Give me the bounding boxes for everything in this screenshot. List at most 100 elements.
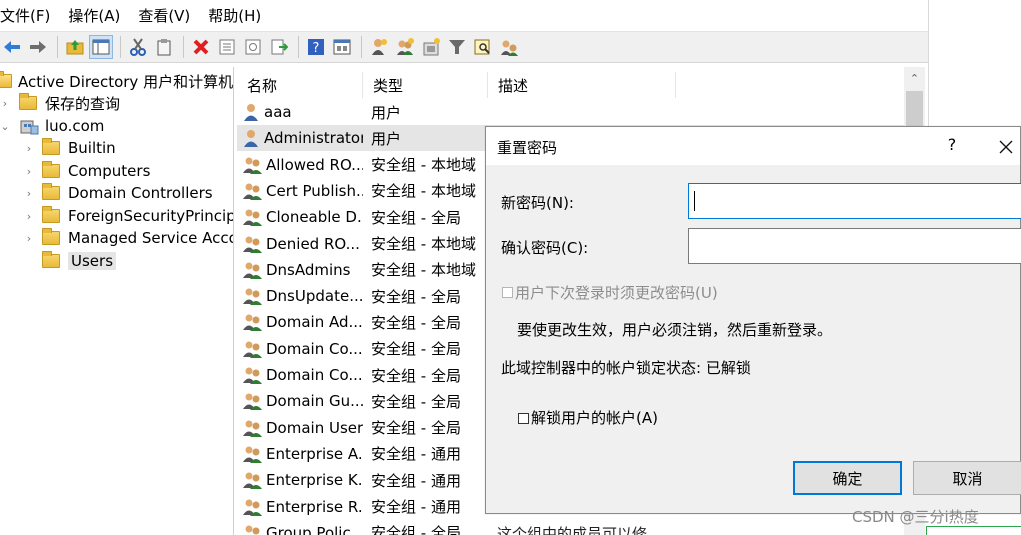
back-icon[interactable] — [0, 35, 24, 59]
tree-item-domain[interactable]: ⌄ luo.com — [0, 115, 104, 137]
cell-name-text: Administrator — [264, 129, 363, 148]
user-icon — [242, 102, 262, 122]
refresh-icon[interactable] — [241, 35, 265, 59]
chevron-right-icon[interactable]: › — [24, 187, 34, 200]
toolbar-separator — [120, 36, 121, 58]
column-header-description[interactable]: 描述 — [488, 72, 676, 98]
must-change-password-label: 用户下次登录时须更改密码(U) — [515, 284, 718, 302]
help-icon[interactable]: ? — [304, 35, 328, 59]
svg-text:?: ? — [313, 41, 320, 56]
cell-name-text: Enterprise A... — [266, 444, 363, 463]
cell-type: 安全组 - 全局 — [371, 392, 461, 411]
new-ou-icon[interactable] — [419, 35, 443, 59]
add-to-group-icon[interactable] — [497, 35, 521, 59]
confirm-password-field[interactable] — [688, 228, 1021, 264]
toolbar-separator — [361, 36, 362, 58]
cell-name-text: Cert Publish... — [266, 181, 363, 200]
group-icon — [242, 391, 264, 411]
tree-item-managed-service-accounts[interactable]: › Managed Service Accou — [24, 227, 233, 249]
group-icon — [242, 155, 264, 175]
view-icon[interactable] — [330, 35, 354, 59]
group-icon — [242, 418, 264, 438]
console-tree: Active Directory 用户和计算机 [ › 保存的查询 ⌄ luo.… — [0, 67, 234, 535]
toolbar-separator — [183, 36, 184, 58]
tree-item-label: Users — [68, 252, 117, 270]
cell-name-text: DnsUpdate... — [266, 287, 363, 306]
group-icon — [242, 207, 264, 227]
chevron-right-icon[interactable]: › — [24, 165, 34, 178]
filter-icon[interactable] — [445, 35, 469, 59]
column-header-type[interactable]: 类型 — [363, 72, 488, 98]
tree-item-label: ForeignSecurityPrincipal — [68, 207, 234, 225]
folder-icon — [42, 161, 60, 178]
chevron-right-icon[interactable]: › — [24, 232, 34, 245]
show-hide-tree-icon[interactable] — [89, 35, 113, 59]
close-icon[interactable] — [992, 133, 1020, 161]
cancel-button[interactable]: 取消 — [913, 461, 1021, 495]
chevron-right-icon[interactable]: › — [0, 97, 10, 110]
group-icon — [242, 286, 264, 306]
scroll-up-icon[interactable]: ⌃ — [904, 69, 925, 89]
cell-name-text: Group Polic... — [266, 523, 363, 535]
cut-icon[interactable] — [126, 35, 150, 59]
properties-icon[interactable] — [215, 35, 239, 59]
cell-type: 安全组 - 全局 — [371, 419, 461, 438]
cell-name-text: Domain Co... — [266, 366, 363, 384]
chevron-right-icon[interactable]: › — [24, 210, 34, 223]
unlock-account-checkbox[interactable] — [518, 413, 529, 424]
help-button[interactable]: ? — [940, 133, 964, 157]
cell-name-text: Domain Users — [266, 418, 363, 437]
cell-type: 安全组 - 本地域 — [371, 156, 476, 175]
chevron-down-icon[interactable]: ⌄ — [0, 120, 10, 133]
copy-icon[interactable] — [152, 35, 176, 59]
scroll-thumb[interactable] — [906, 91, 923, 127]
find-icon[interactable] — [471, 35, 495, 59]
menu-file[interactable]: 文件(F) — [0, 5, 60, 26]
tree-item-computers[interactable]: › Computers — [24, 160, 150, 182]
tree-item-label: Computers — [68, 162, 151, 180]
toolbar-separator — [298, 36, 299, 58]
tree-item-label: luo.com — [45, 117, 105, 135]
new-user-icon[interactable] — [367, 35, 391, 59]
column-header-name[interactable]: 名称 — [237, 72, 363, 98]
tree-root[interactable]: Active Directory 用户和计算机 [ — [0, 70, 234, 92]
list-row[interactable]: aaa 用户 — [237, 99, 905, 125]
tree-item-domain-controllers[interactable]: › Domain Controllers — [24, 182, 213, 204]
cell-name: Denied RO... — [237, 234, 363, 254]
domain-icon — [20, 120, 39, 135]
cell-type: 安全组 - 全局 — [371, 287, 461, 306]
chevron-right-icon[interactable]: › — [24, 142, 34, 155]
cell-type: 用户 — [371, 103, 402, 122]
toolbar: ? — [0, 31, 928, 63]
folder-icon — [42, 251, 60, 268]
cell-name: Domain Users — [237, 418, 363, 438]
tree-item-builtin[interactable]: › Builtin — [24, 137, 116, 159]
cell-name-text: Enterprise K... — [266, 471, 363, 490]
ok-button[interactable]: 确定 — [793, 461, 902, 495]
watermark: CSDN @三分i热度 — [852, 508, 979, 526]
cell-name: Cert Publish... — [237, 181, 363, 201]
cell-name: DnsAdmins — [237, 260, 363, 280]
cell-type: 安全组 - 本地域 — [371, 182, 476, 201]
tree-item-users[interactable]: Users — [24, 250, 117, 272]
up-folder-icon[interactable] — [63, 35, 87, 59]
menu-help[interactable]: 帮助(H) — [208, 5, 271, 26]
new-group-icon[interactable] — [393, 35, 417, 59]
window-edge — [926, 526, 1021, 535]
delete-icon[interactable] — [189, 35, 213, 59]
group-icon — [242, 470, 264, 490]
cell-type: 安全组 - 全局 — [371, 313, 461, 332]
tree-root-label: Active Directory 用户和计算机 [ — [18, 72, 234, 91]
folder-icon — [42, 138, 60, 155]
group-icon — [242, 365, 264, 385]
tree-item-saved-queries[interactable]: › 保存的查询 — [0, 92, 120, 114]
cell-name: Group Polic... — [237, 523, 363, 535]
tree-item-foreign-security-principals[interactable]: › ForeignSecurityPrincipal — [24, 205, 234, 227]
menu-view[interactable]: 查看(V) — [138, 5, 200, 26]
must-change-password-checkbox[interactable] — [502, 287, 513, 298]
cell-name: DnsUpdate... — [237, 286, 363, 306]
forward-icon[interactable] — [26, 35, 50, 59]
menu-action[interactable]: 操作(A) — [68, 5, 130, 26]
new-password-field[interactable] — [688, 183, 1021, 219]
export-icon[interactable] — [267, 35, 291, 59]
